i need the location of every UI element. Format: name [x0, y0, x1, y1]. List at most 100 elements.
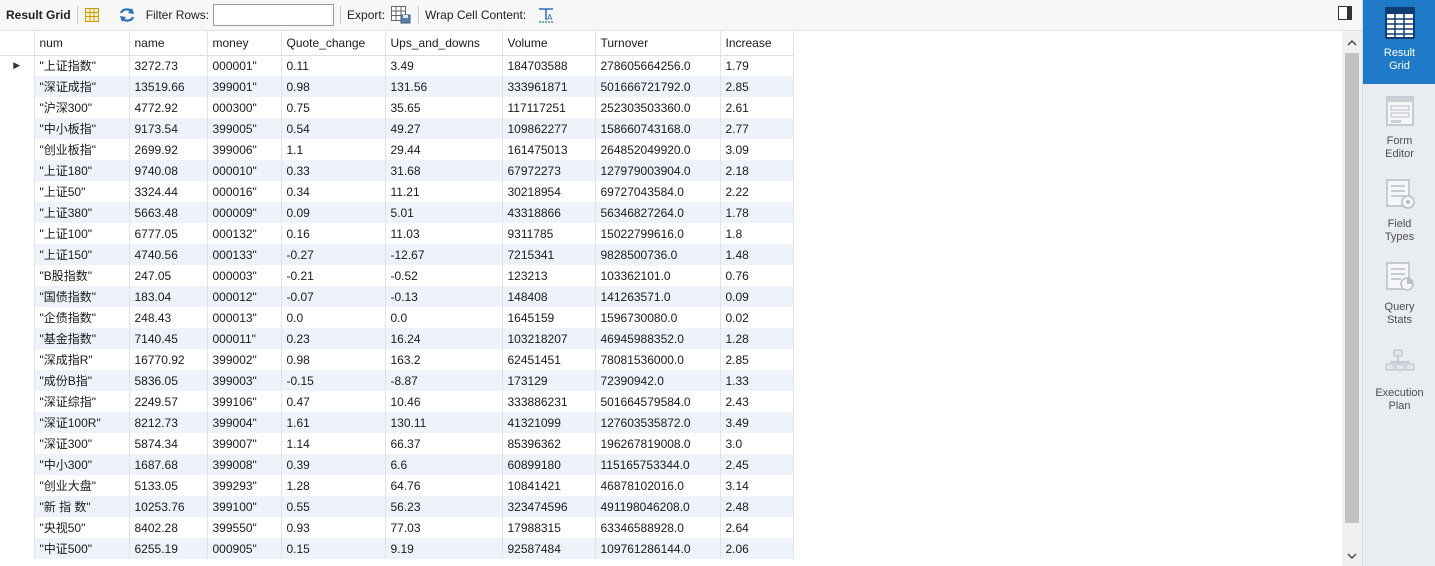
grid-cell-quote_change[interactable]: 0.55: [281, 496, 386, 517]
grid-cell-ups_and_downs[interactable]: 64.76: [385, 475, 503, 496]
table-row[interactable]: "深证300" 5874.34 399007" 1.14 66.37 85396362 19…: [0, 433, 794, 454]
grid-cell-money[interactable]: 399106": [207, 391, 282, 412]
grid-cell-ups_and_downs[interactable]: -12.67: [385, 244, 503, 265]
grid-cell-ups_and_downs[interactable]: 9.19: [385, 538, 503, 559]
sidebar-item-form-editor[interactable]: Form Editor: [1363, 88, 1435, 172]
grid-cell-money[interactable]: 399007": [207, 433, 282, 454]
sidebar-item-result-grid[interactable]: Result Grid: [1363, 0, 1435, 84]
grid-cell-turnover[interactable]: 46878102016.0: [595, 475, 721, 496]
grid-cell-name[interactable]: 7140.45: [129, 328, 208, 349]
row-selector[interactable]: [0, 517, 35, 538]
row-selector[interactable]: [0, 139, 35, 160]
grid-cell-money[interactable]: 399004": [207, 412, 282, 433]
grid-cell-quote_change[interactable]: 0.16: [281, 223, 386, 244]
grid-cell-volume[interactable]: 60899180: [502, 454, 596, 475]
table-row[interactable]: "深成指R" 16770.92 399002" 0.98 163.2 62451451 78…: [0, 349, 794, 370]
grid-cell-ups_and_downs[interactable]: 56.23: [385, 496, 503, 517]
grid-cell-name[interactable]: 2699.92: [129, 139, 208, 160]
grid-cell-num[interactable]: "上证180": [34, 160, 130, 181]
grid-cell-turnover[interactable]: 72390942.0: [595, 370, 721, 391]
grid-cell-ups_and_downs[interactable]: 6.6: [385, 454, 503, 475]
grid-cell-quote_change[interactable]: 1.1: [281, 139, 386, 160]
row-selector[interactable]: [0, 160, 35, 181]
grid-cell-num[interactable]: "深证300": [34, 433, 130, 454]
grid-cell-num[interactable]: "中小300": [34, 454, 130, 475]
table-row[interactable]: ▶ "上证指数" 3272.73 000001" 0.11 3.49 184703588 27…: [0, 55, 794, 76]
grid-cell-increase[interactable]: 2.18: [720, 160, 794, 181]
filter-rows-input[interactable]: [213, 4, 335, 26]
grid-cell-turnover[interactable]: 15022799616.0: [595, 223, 721, 244]
grid-cell-increase[interactable]: 3.09: [720, 139, 794, 160]
grid-cell-num[interactable]: "企债指数": [34, 307, 130, 328]
grid-cell-num[interactable]: "B股指数": [34, 265, 130, 286]
table-row[interactable]: "新 指 数" 10253.76 399100" 0.55 56.23 323474596…: [0, 496, 794, 517]
export-icon[interactable]: [390, 5, 412, 25]
grid-cell-quote_change[interactable]: -0.21: [281, 265, 386, 286]
column-header[interactable]: Volume: [502, 31, 596, 56]
row-selector[interactable]: ▶: [0, 55, 35, 76]
grid-cell-volume[interactable]: 117117251: [502, 97, 596, 118]
table-row[interactable]: "国债指数" 183.04 000012" -0.07 -0.13 148408 14126…: [0, 286, 794, 307]
grid-cell-money[interactable]: 000013": [207, 307, 282, 328]
grid-cell-quote_change[interactable]: 0.93: [281, 517, 386, 538]
grid-cell-turnover[interactable]: 264852049920.0: [595, 139, 721, 160]
grid-cell-turnover[interactable]: 491198046208.0: [595, 496, 721, 517]
table-row[interactable]: "中小300" 1687.68 399008" 0.39 6.6 60899180 1151…: [0, 454, 794, 475]
grid-cell-quote_change[interactable]: 0.98: [281, 76, 386, 97]
grid-cell-volume[interactable]: 7215341: [502, 244, 596, 265]
table-row[interactable]: "深证综指" 2249.57 399106" 0.47 10.46 333886231 50…: [0, 391, 794, 412]
grid-cell-name[interactable]: 183.04: [129, 286, 208, 307]
grid-cell-increase[interactable]: 2.48: [720, 496, 794, 517]
grid-cell-volume[interactable]: 333961871: [502, 76, 596, 97]
grid-cell-increase[interactable]: 0.09: [720, 286, 794, 307]
result-grid[interactable]: num name money Quote_change Ups_and_down…: [0, 31, 1342, 566]
grid-cell-name[interactable]: 3272.73: [129, 55, 208, 76]
grid-cell-increase[interactable]: 3.0: [720, 433, 794, 454]
grid-cell-ups_and_downs[interactable]: 11.03: [385, 223, 503, 244]
grid-cell-name[interactable]: 10253.76: [129, 496, 208, 517]
row-selector[interactable]: [0, 118, 35, 139]
grid-cell-increase[interactable]: 3.49: [720, 412, 794, 433]
grid-cell-volume[interactable]: 10841421: [502, 475, 596, 496]
column-header[interactable]: Quote_change: [281, 31, 386, 56]
grid-cell-ups_and_downs[interactable]: 3.49: [385, 55, 503, 76]
grid-cell-num[interactable]: "国债指数": [34, 286, 130, 307]
grid-cell-turnover[interactable]: 9828500736.0: [595, 244, 721, 265]
grid-cell-quote_change[interactable]: -0.07: [281, 286, 386, 307]
grid-cell-name[interactable]: 2249.57: [129, 391, 208, 412]
grid-cell-money[interactable]: 399293": [207, 475, 282, 496]
column-header[interactable]: num: [34, 31, 130, 56]
grid-cell-quote_change[interactable]: 1.61: [281, 412, 386, 433]
table-row[interactable]: "沪深300" 4772.92 000300" 0.75 35.65 117117251 2…: [0, 97, 794, 118]
grid-cell-num[interactable]: "成份B指": [34, 370, 130, 391]
grid-cell-quote_change[interactable]: 0.15: [281, 538, 386, 559]
grid-cell-volume[interactable]: 30218954: [502, 181, 596, 202]
table-row[interactable]: "上证380" 5663.48 000009" 0.09 5.01 43318866 563…: [0, 202, 794, 223]
row-selector[interactable]: [0, 370, 35, 391]
row-selector[interactable]: [0, 97, 35, 118]
grid-cell-volume[interactable]: 85396362: [502, 433, 596, 454]
grid-cell-ups_and_downs[interactable]: 163.2: [385, 349, 503, 370]
grid-cell-turnover[interactable]: 158660743168.0: [595, 118, 721, 139]
grid-cell-num[interactable]: "央视50": [34, 517, 130, 538]
grid-layout-icon[interactable]: [84, 7, 100, 23]
grid-cell-num[interactable]: "上证指数": [34, 55, 130, 76]
grid-cell-ups_and_downs[interactable]: 77.03: [385, 517, 503, 538]
grid-cell-name[interactable]: 1687.68: [129, 454, 208, 475]
grid-cell-money[interactable]: 000003": [207, 265, 282, 286]
grid-cell-money[interactable]: 000016": [207, 181, 282, 202]
grid-cell-turnover[interactable]: 69727043584.0: [595, 181, 721, 202]
row-selector[interactable]: [0, 265, 35, 286]
grid-cell-money[interactable]: 399006": [207, 139, 282, 160]
grid-cell-ups_and_downs[interactable]: 0.0: [385, 307, 503, 328]
grid-cell-num[interactable]: "上证100": [34, 223, 130, 244]
row-selector[interactable]: [0, 223, 35, 244]
row-selector[interactable]: [0, 475, 35, 496]
grid-cell-increase[interactable]: 1.28: [720, 328, 794, 349]
grid-cell-volume[interactable]: 62451451: [502, 349, 596, 370]
grid-cell-num[interactable]: "深成指R": [34, 349, 130, 370]
grid-cell-quote_change[interactable]: 0.75: [281, 97, 386, 118]
grid-cell-volume[interactable]: 17988315: [502, 517, 596, 538]
grid-cell-increase[interactable]: 2.85: [720, 349, 794, 370]
grid-cell-name[interactable]: 9173.54: [129, 118, 208, 139]
